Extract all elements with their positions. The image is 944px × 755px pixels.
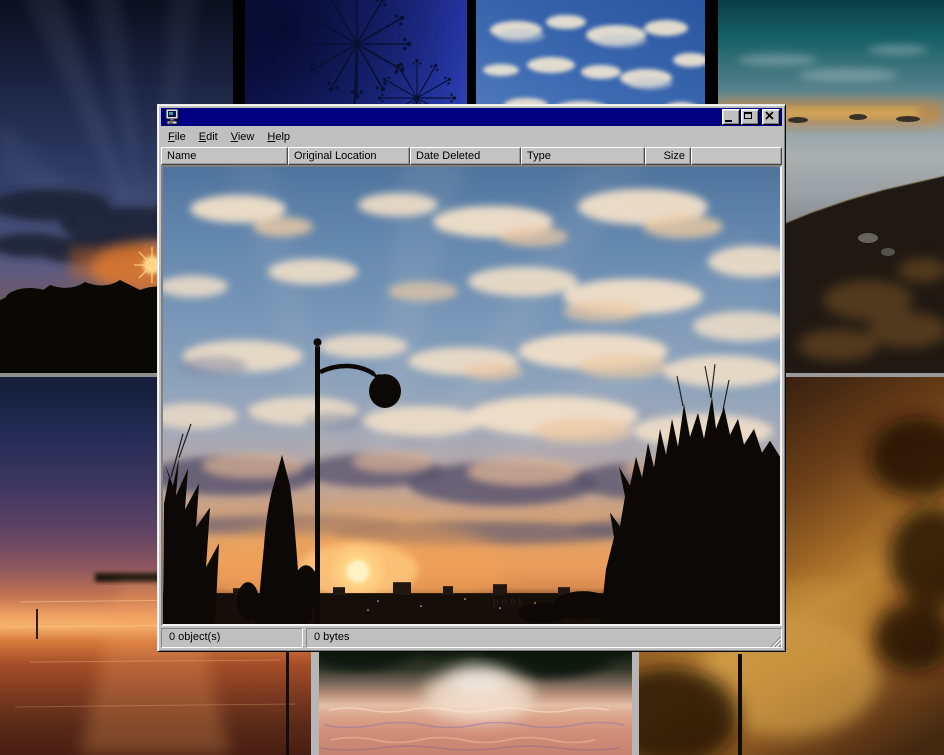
status-bar: 0 object(s) 0 bytes	[161, 626, 782, 648]
status-byte-count: 0 bytes	[306, 628, 782, 648]
minimize-icon	[725, 120, 732, 122]
maximize-icon	[744, 112, 752, 119]
list-view[interactable]: pnot	[161, 165, 782, 626]
menu-item-edit[interactable]: Edit	[193, 128, 225, 146]
recycle-bin-window: FileEditViewHelp NameOriginal LocationDa…	[157, 104, 786, 652]
close-button[interactable]	[762, 109, 780, 125]
status-object-count: 0 object(s)	[161, 628, 303, 648]
resize-grip[interactable]	[768, 634, 781, 647]
column-header-date-deleted[interactable]: Date Deleted	[410, 147, 521, 165]
close-icon	[765, 111, 775, 120]
column-header-type[interactable]: Type	[521, 147, 645, 165]
photo-watermark: pnot	[493, 597, 524, 608]
minimize-button[interactable]	[722, 109, 740, 125]
menu-bar: FileEditViewHelp	[161, 126, 782, 147]
column-header-size[interactable]: Size	[645, 147, 691, 165]
content-photo-sunset-lamp: pnot	[163, 167, 780, 624]
desktop: FileEditViewHelp NameOriginal LocationDa…	[0, 0, 944, 755]
menu-item-view[interactable]: View	[225, 128, 262, 146]
content-photo-art: pnot	[163, 167, 780, 624]
column-header-name[interactable]: Name	[161, 147, 288, 165]
titlebar[interactable]	[161, 108, 782, 126]
menu-item-file[interactable]: File	[162, 128, 193, 146]
column-header-row: NameOriginal LocationDate DeletedTypeSiz…	[161, 147, 782, 165]
computer-icon	[164, 109, 180, 125]
column-header-spacer[interactable]	[691, 147, 782, 165]
maximize-button[interactable]	[741, 109, 759, 125]
column-header-original-location[interactable]: Original Location	[288, 147, 410, 165]
menu-item-help[interactable]: Help	[261, 128, 297, 146]
